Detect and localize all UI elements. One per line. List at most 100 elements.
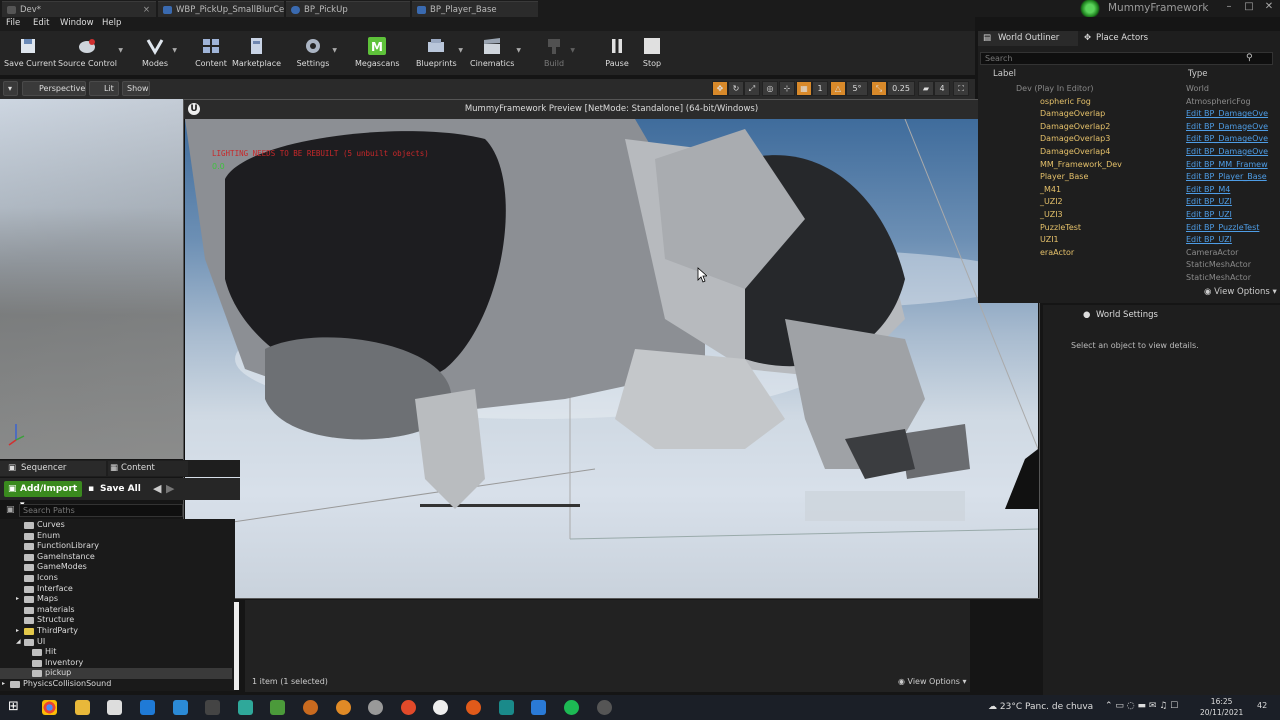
folder-item[interactable]: ▸ ThirdParty	[0, 626, 232, 637]
settings-button[interactable]: Settings ▼	[296, 33, 337, 73]
column-label-header[interactable]: Label	[993, 69, 1016, 79]
chrome-icon[interactable]	[42, 700, 57, 715]
forward-arrow-icon[interactable]: ▶	[166, 482, 174, 495]
calendar-icon[interactable]	[531, 700, 546, 715]
tab-wbp-pickup[interactable]: WBP_PickUp_SmallBlurCe	[158, 1, 284, 17]
megascans-button[interactable]: M Megascans	[355, 33, 400, 73]
outliner-view-options-button[interactable]: ◉ View Options ▾	[1204, 287, 1277, 297]
close-window-button[interactable]: ✕	[1262, 1, 1276, 15]
tab-world-settings[interactable]: ● World Settings	[1043, 308, 1173, 323]
outliner-row-type[interactable]: Edit BP_PuzzleTest	[1186, 222, 1259, 235]
game-view[interactable]: LIGHTING NEEDS TO BE REBUILT (5 unbuilt …	[185, 119, 1038, 598]
maximize-button[interactable]: □	[1242, 1, 1256, 15]
perspective-button[interactable]: Perspective	[22, 81, 86, 96]
scale-tool-icon[interactable]: ⤢	[744, 81, 760, 96]
outliner-row[interactable]: StaticMeshActor	[978, 272, 1268, 285]
asset-view[interactable]: 1 item (1 selected) ◉ View Options ▾	[245, 600, 970, 692]
outliner-row-type[interactable]: Edit BP_DamageOve	[1186, 108, 1268, 121]
terminal-icon[interactable]	[205, 700, 220, 715]
stop-button[interactable]: Stop	[638, 33, 666, 73]
lit-button[interactable]: Lit	[89, 81, 119, 96]
outliner-row-type[interactable]: Edit BP_M4	[1186, 184, 1230, 197]
build-button[interactable]: Build ▼	[540, 33, 575, 73]
rotation-snap-icon[interactable]: △	[830, 81, 846, 96]
expand-arrow-icon[interactable]: ▸	[2, 679, 5, 690]
camera-speed-value[interactable]: 4	[934, 81, 950, 96]
pause-button[interactable]: Pause	[603, 33, 631, 73]
tab-sequencer[interactable]: ▣ Sequencer	[0, 461, 106, 476]
folder-item[interactable]: ◢ UI	[0, 637, 232, 648]
asset-view-options-button[interactable]: ◉ View Options ▾	[898, 677, 967, 686]
app-icon-4[interactable]	[466, 700, 481, 715]
tab-place-actors[interactable]: ✥ Place Actors	[1080, 31, 1160, 46]
outliner-row[interactable]: PuzzleTest Edit BP_PuzzleTest	[978, 222, 1268, 235]
outliner-row-type[interactable]: Edit BP_UZI	[1186, 209, 1232, 222]
grid-snap-icon[interactable]: ▦	[796, 81, 812, 96]
folder-item[interactable]: ▸ Maps	[0, 594, 232, 605]
menu-window[interactable]: Window	[60, 18, 94, 28]
outliner-row[interactable]: eraActor CameraActor	[978, 247, 1268, 260]
outliner-row-type[interactable]: Edit BP_Player_Base	[1186, 171, 1267, 184]
menu-help[interactable]: Help	[102, 18, 121, 28]
outliner-row[interactable]: _UZI2 Edit BP_UZI	[978, 196, 1268, 209]
rotate-tool-icon[interactable]: ↻	[728, 81, 744, 96]
outliner-row[interactable]: StaticMeshActor	[978, 259, 1268, 272]
blender-icon[interactable]	[303, 700, 318, 715]
folder-item[interactable]: Interface	[0, 584, 232, 595]
preview-titlebar[interactable]: U MummyFramework Preview [NetMode: Stand…	[184, 100, 1039, 119]
marketplace-button[interactable]: Marketplace	[232, 33, 281, 73]
folder-item[interactable]: FunctionLibrary	[0, 541, 232, 552]
source-control-button[interactable]: Source Control ▼	[58, 33, 123, 73]
camera-speed-icon[interactable]: ▰	[918, 81, 934, 96]
outliner-row[interactable]: DamageOverlap4 Edit BP_DamageOve	[978, 146, 1268, 159]
app-icon-5[interactable]	[499, 700, 514, 715]
outliner-row[interactable]: UZI1 Edit BP_UZI	[978, 234, 1268, 247]
expand-arrow-icon[interactable]: ◢	[16, 637, 21, 648]
notification-badge[interactable]: 42	[1257, 701, 1267, 710]
save-current-button[interactable]: Save Current	[4, 33, 56, 73]
folder-item[interactable]: pickup	[0, 668, 232, 679]
windows-start-icon[interactable]: ⊞	[8, 699, 23, 714]
outliner-row[interactable]: DamageOverlap Edit BP_DamageOve	[978, 108, 1268, 121]
mail-icon[interactable]	[140, 700, 155, 715]
outliner-row-type[interactable]: Edit BP_DamageOve	[1186, 121, 1268, 134]
outliner-row[interactable]: _UZI3 Edit BP_UZI	[978, 209, 1268, 222]
tab-content-browser[interactable]: ▦Content Browser	[108, 461, 188, 488]
close-icon[interactable]: ×	[143, 2, 150, 18]
spotify-icon[interactable]	[564, 700, 579, 715]
show-button[interactable]: Show	[122, 81, 150, 96]
folder-item[interactable]: Curves	[0, 520, 232, 531]
folder-item[interactable]: GameModes	[0, 562, 232, 573]
folder-item[interactable]: Hit	[0, 647, 232, 658]
outliner-row-type[interactable]: Edit BP_MM_Framew	[1186, 159, 1268, 172]
outliner-row[interactable]: Player_Base Edit BP_Player_Base	[978, 171, 1268, 184]
expand-arrow-icon[interactable]: ▸	[16, 626, 19, 637]
grid-snap-value[interactable]: 1	[812, 81, 828, 96]
outliner-row[interactable]: DamageOverlap3 Edit BP_DamageOve	[978, 133, 1268, 146]
viewport-options-button[interactable]: ▾	[3, 81, 18, 96]
translate-tool-icon[interactable]: ✥	[712, 81, 728, 96]
outliner-row[interactable]: ospheric Fog AtmosphericFog	[978, 96, 1268, 109]
store-icon[interactable]	[107, 700, 122, 715]
tray-icons[interactable]: ⌃ ▭ ◌ ▬ ✉ ♫ ☐	[1105, 701, 1178, 711]
save-all-button[interactable]: ▪ Save All	[88, 481, 141, 497]
search-paths-input[interactable]: Search Paths	[19, 504, 183, 517]
world-space-icon[interactable]: ◎	[762, 81, 778, 96]
tab-bp-player-base[interactable]: BP_Player_Base	[412, 1, 538, 17]
back-arrow-icon[interactable]: ◀	[153, 482, 161, 495]
outliner-row[interactable]: _M41 Edit BP_M4	[978, 184, 1268, 197]
outliner-row[interactable]: Dev (Play In Editor) World	[978, 83, 1268, 96]
cinematics-button[interactable]: Cinematics ▼	[470, 33, 521, 73]
vscode-icon[interactable]	[173, 700, 188, 715]
minimize-button[interactable]: –	[1222, 1, 1236, 15]
outliner-row[interactable]: MM_Framework_Dev Edit BP_MM_Framew	[978, 159, 1268, 172]
menu-file[interactable]: File	[6, 18, 20, 28]
outliner-search-input[interactable]: Search	[980, 52, 1273, 65]
tab-bp-pickup[interactable]: BP_PickUp	[286, 1, 410, 17]
notepad-icon[interactable]	[270, 700, 285, 715]
app-icon-6[interactable]	[597, 700, 612, 715]
app-icon-3[interactable]	[401, 700, 416, 715]
outliner-row-type[interactable]: Edit BP_DamageOve	[1186, 133, 1268, 146]
scale-snap-value[interactable]: 0.25	[887, 81, 915, 96]
app-icon[interactable]	[238, 700, 253, 715]
